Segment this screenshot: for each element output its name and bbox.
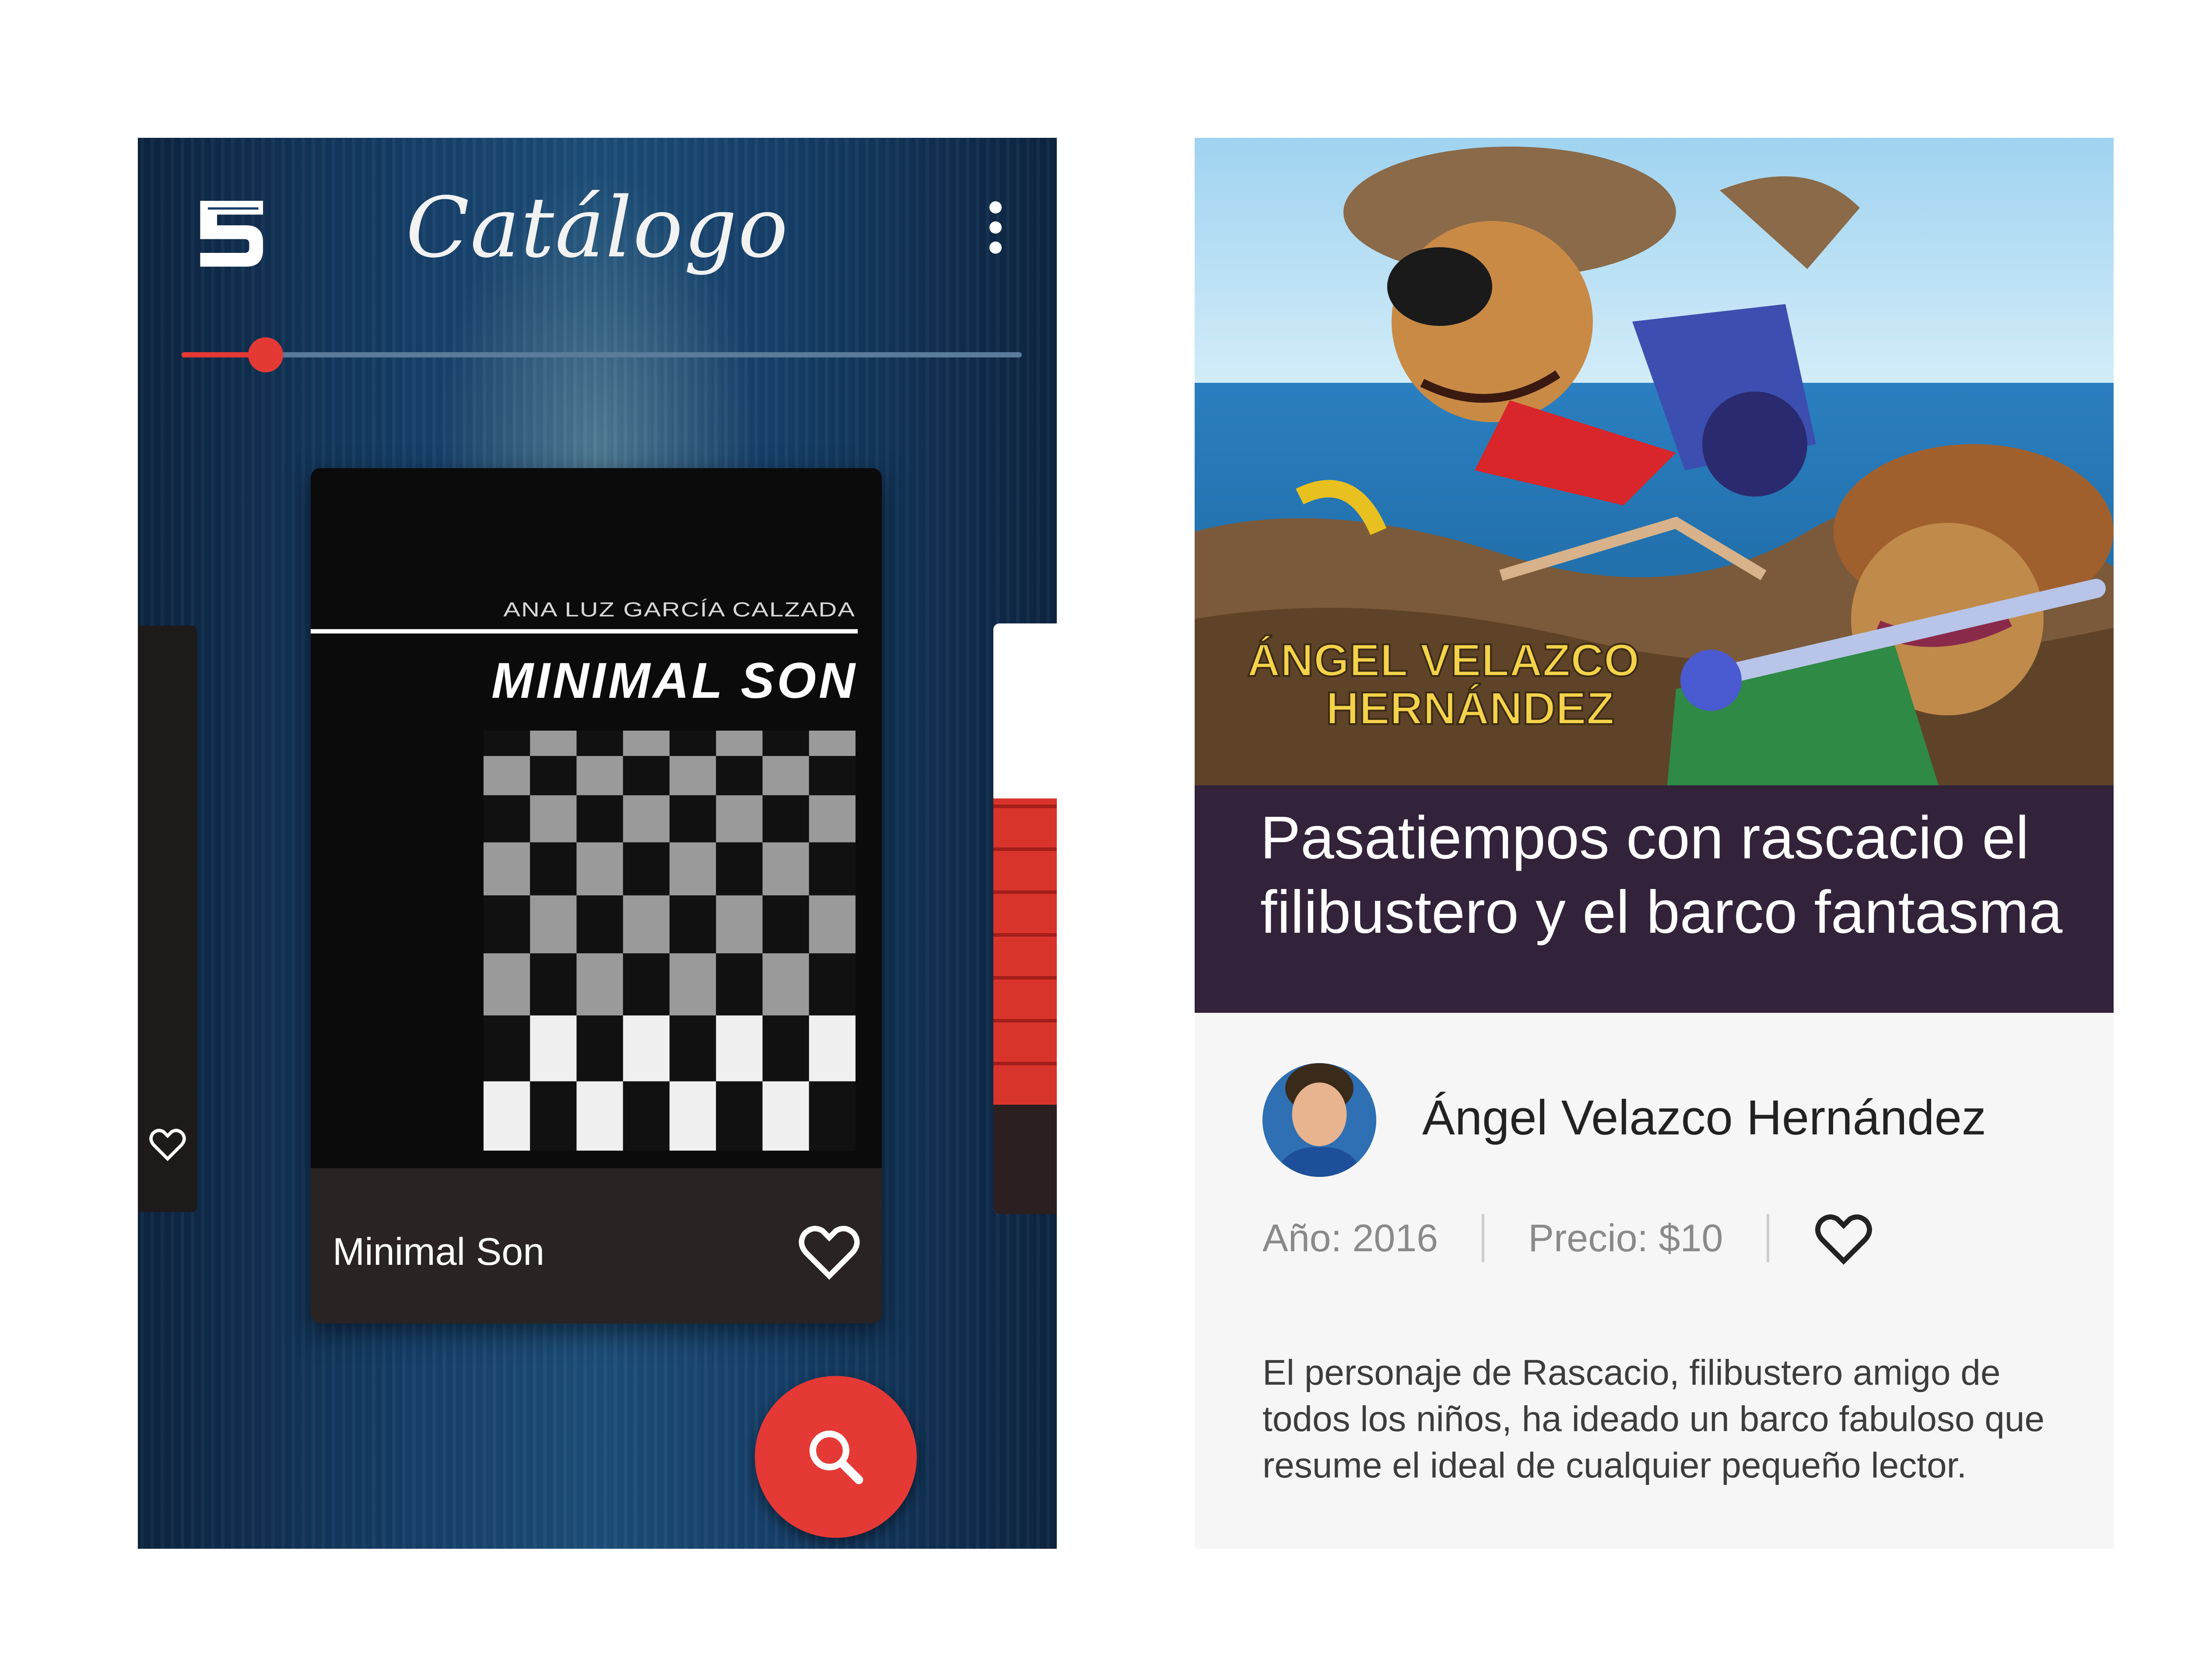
checker-square [762,895,809,953]
checker-square [484,1081,530,1151]
checker-square [762,756,809,795]
checker-square [530,953,577,1016]
catalog-slider[interactable] [182,337,1022,372]
checker-square [530,895,577,953]
checker-square [809,1081,856,1151]
checker-square [530,842,577,896]
checker-square [484,731,530,756]
author-photo [1262,1063,1376,1177]
book-meta-row: Año: 2016 Precio: $10 [1262,1205,1874,1271]
checker-square [530,795,577,843]
checker-square [576,1015,623,1082]
checker-square [576,1081,623,1151]
card-footer: Minimal Son [311,1168,882,1323]
cover-author: ANA LUZ GARCÍA CALZADA [503,598,856,621]
next-book-footer [993,1105,1057,1214]
checker-square [716,731,763,756]
checker-square [623,953,670,1016]
checker-square [809,756,856,795]
checker-square [484,953,530,1016]
cover-title: MINIMAL SON [491,653,858,709]
checker-square [809,1015,856,1082]
previous-book-card[interactable] [138,626,197,1212]
book-title: Pasatiempos con rascacio el filibustero … [1260,804,2063,946]
checker-square [670,731,716,756]
checker-square [670,1015,716,1082]
checker-square [809,953,856,1016]
next-book-card[interactable] [993,623,1057,1214]
author-avatar[interactable] [1262,1063,1376,1177]
author-name[interactable]: Ángel Velazco Hernández [1422,1089,1986,1146]
checker-square [484,842,530,896]
checker-square [716,795,763,843]
next-book-cover [993,798,1057,1105]
checker-square [716,953,763,1016]
more-vertical-icon[interactable] [982,201,1009,258]
search-icon [809,1430,863,1484]
checker-square [576,895,623,953]
slider-thumb[interactable] [248,337,283,372]
checker-square [670,953,716,1016]
checker-square [484,795,530,843]
cover-author-line-2: HERNÁNDEZ [1326,682,1614,734]
heart-outline-icon[interactable] [796,1221,862,1282]
checker-square [670,895,716,953]
checker-square [762,731,809,756]
year-label: Año: 2016 [1262,1216,1438,1260]
checker-square [670,842,716,896]
checker-square [623,756,670,795]
checker-square [762,842,809,896]
checker-square [716,1081,763,1151]
checker-square [716,842,763,896]
checker-square [762,953,809,1016]
book-description: El personaje de Rascacio, filibustero am… [1262,1353,2045,1485]
heart-outline-icon[interactable] [1813,1210,1874,1267]
checker-square [576,731,623,756]
checker-square [623,895,670,953]
heart-outline-icon[interactable] [148,1124,187,1164]
cover-divider [311,629,858,634]
checker-square [623,1081,670,1151]
book-name: Minimal Son [333,1230,545,1273]
checker-square [576,795,623,843]
checker-square [484,756,530,795]
price-label: Precio: $10 [1528,1216,1723,1260]
divider [1767,1214,1770,1262]
checker-square [623,795,670,843]
checkerboard-cover-art [484,731,856,1151]
checker-square [809,895,856,953]
cover-author-line-1: ÁNGEL VELAZCO [1247,634,1639,686]
checker-square [576,953,623,1016]
divider [1482,1214,1485,1262]
checker-square [623,1015,670,1082]
featured-book-card[interactable]: ANA LUZ GARCÍA CALZADA MINIMAL SON Minim… [311,468,882,1323]
checker-square [530,756,577,795]
checker-square [716,756,763,795]
checker-square [670,756,716,795]
search-button[interactable] [755,1376,917,1538]
checker-square [670,1081,716,1151]
checker-square [623,731,670,756]
page-title: Catálogo [406,179,789,276]
checker-square [484,895,530,953]
checker-square [716,895,763,953]
checker-square [623,842,670,896]
checker-square [762,1081,809,1151]
catalog-screen: Catálogo ANA LUZ GARCÍA CALZADA MINIMAL … [138,138,1057,1549]
checker-square [809,795,856,843]
checker-square [576,756,623,795]
book-cover-illustration: ÁNGEL VELAZCO HERNÁNDEZ [1195,138,2114,785]
checker-square [716,1015,763,1082]
checker-square [670,795,716,843]
checker-square [530,731,577,756]
checker-square [530,1081,577,1151]
book-detail-screen: ÁNGEL VELAZCO HERNÁNDEZ Pasatiempos con … [1195,138,2114,1549]
checker-square [809,842,856,896]
checker-square [530,1015,577,1082]
checker-square [576,842,623,896]
checker-square [809,731,856,756]
checker-square [762,1015,809,1082]
checker-square [762,795,809,843]
checker-square [484,1015,530,1082]
